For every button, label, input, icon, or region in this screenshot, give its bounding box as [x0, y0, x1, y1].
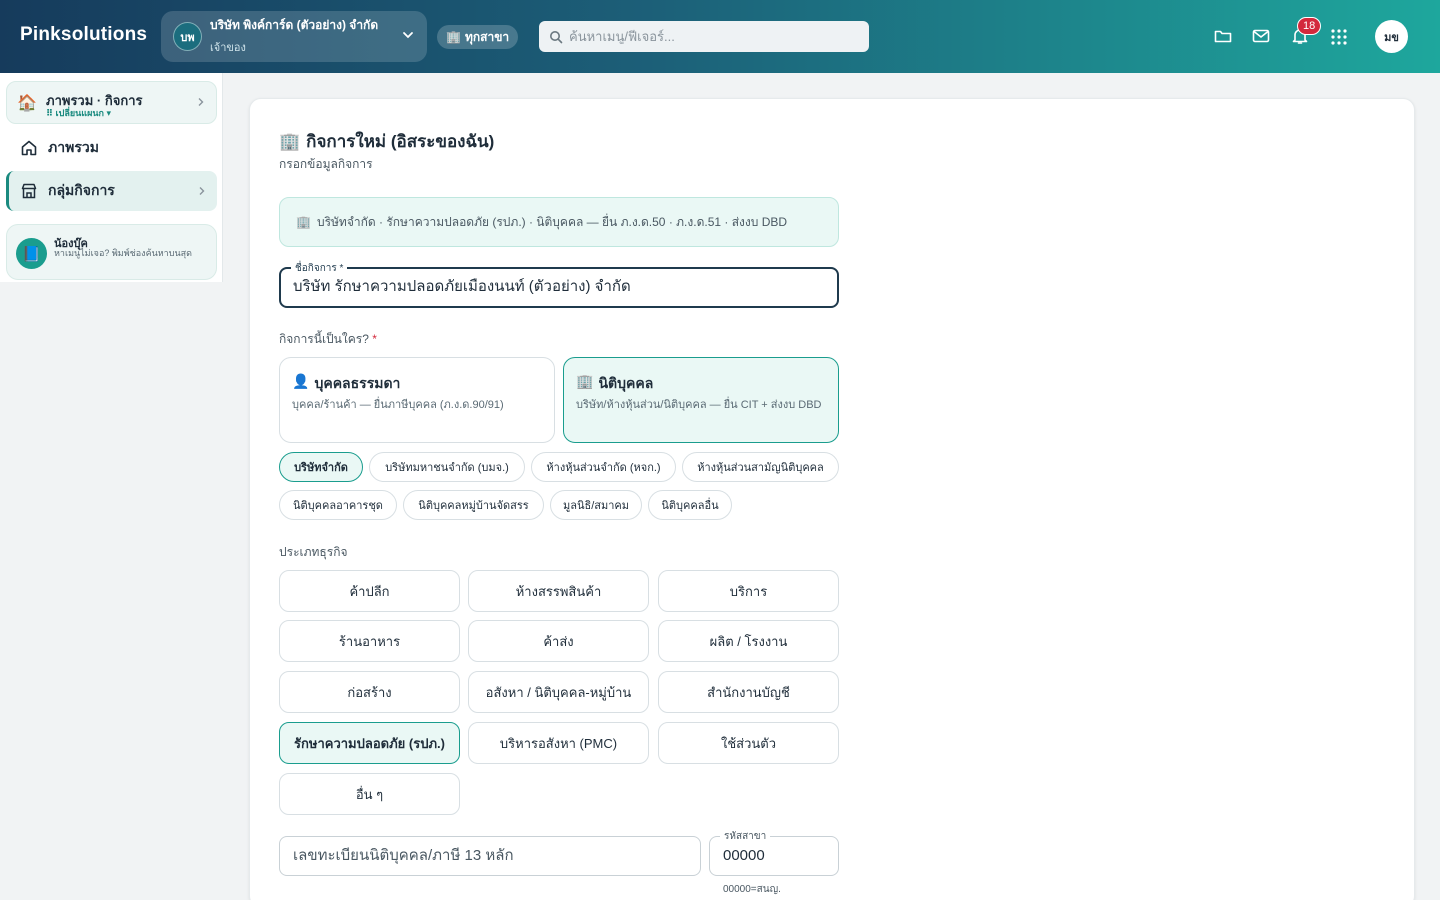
apps-grid-icon[interactable]: [1329, 27, 1349, 47]
tax-id-input[interactable]: [293, 847, 683, 864]
entity-chip[interactable]: มูลนิธิ/สมาคม: [550, 490, 642, 520]
branch-code-field[interactable]: รหัสสาขา: [709, 829, 839, 876]
required-mark: *: [372, 332, 377, 346]
business-type-button[interactable]: บริหารอสังหา (PMC): [468, 722, 649, 764]
assistant-card[interactable]: 📘 น้องบุ๊ค หาเมนูไม่เจอ? พิมพ์ช่องค้นหาบ…: [6, 224, 217, 280]
page-title: 🏢 กิจการใหม่ (อิสระของฉัน): [279, 128, 494, 155]
business-type-button[interactable]: ผลิต / โรงงาน: [658, 620, 839, 662]
business-name-input[interactable]: [293, 277, 823, 294]
company-name: บริษัท พิงค์การ์ด (ตัวอย่าง) จำกัด: [210, 18, 379, 32]
branch-label: ทุกสาขา: [464, 29, 510, 44]
sidebar-item-label: ภาพรวม: [48, 139, 99, 155]
info-banner: 🏢 บริษัทจำกัด · รักษาความปลอดภัย (รปภ.) …: [279, 197, 839, 247]
business-type-button[interactable]: บริการ: [658, 570, 839, 612]
business-name-field[interactable]: ชื่อกิจการ *: [279, 261, 839, 308]
tax-id-field[interactable]: [279, 836, 701, 876]
entity-chip[interactable]: นิติบุคคลอื่น: [648, 490, 732, 520]
entity-chip[interactable]: ห้างหุ้นส่วนสามัญนิติบุคคล: [682, 452, 839, 482]
building-icon: 🏢: [446, 30, 461, 44]
entity-chip[interactable]: บริษัทจำกัด: [279, 452, 363, 482]
business-type-button[interactable]: ก่อสร้าง: [279, 671, 460, 713]
entity-chip[interactable]: นิติบุคคลหมู่บ้านจัดสรร: [403, 490, 544, 520]
branch-selector[interactable]: 🏢 ทุกสาขา: [437, 25, 519, 49]
person-icon: 👤: [292, 373, 310, 389]
business-type-button[interactable]: รักษาความปลอดภัย (รปภ.): [279, 722, 460, 764]
company-switcher[interactable]: บพ บริษัท พิงค์การ์ด (ตัวอย่าง) จำกัด เจ…: [161, 11, 427, 62]
company-avatar: บพ: [173, 22, 202, 51]
info-banner-text: บริษัทจำกัด · รักษาความปลอดภัย (รปภ.) · …: [316, 214, 788, 229]
search-icon: [550, 30, 563, 43]
entity-chip[interactable]: ห้างหุ้นส่วนจำกัด (หจก.): [531, 452, 676, 482]
store-icon: [21, 183, 37, 199]
business-type-button[interactable]: ค้าส่ง: [468, 620, 649, 662]
type-card-title: นิติบุคคล: [598, 375, 654, 391]
sidebar: 🏠 ภาพรวม · กิจการ ⠿ เปลี่ยนแผนก ▾ ภาพรวม…: [0, 73, 223, 282]
business-type-button[interactable]: ใช้ส่วนตัว: [658, 722, 839, 764]
notification-badge: 18: [1297, 17, 1322, 35]
page-title-text: กิจการใหม่ (อิสระของฉัน): [306, 132, 495, 151]
sidebar-item-business-groups[interactable]: กลุ่มกิจการ: [6, 171, 217, 211]
book-icon: 📘: [16, 238, 47, 269]
business-type-button[interactable]: อสังหา / นิติบุคคล-หมู่บ้าน: [468, 671, 649, 713]
entity-question-label: กิจการนี้เป็นใคร? *: [279, 330, 377, 349]
page-subtitle: กรอกข้อมูลกิจการ: [279, 157, 373, 171]
home-icon: [21, 140, 37, 156]
business-type-label: ประเภทธุรกิจ: [279, 545, 348, 559]
folder-icon[interactable]: [1213, 26, 1233, 46]
top-bar: Pinksolutions บพ บริษัท พิงค์การ์ด (ตัวอ…: [0, 0, 1440, 73]
house-icon: 🏠: [17, 95, 37, 112]
search-bar[interactable]: [539, 21, 869, 52]
search-input[interactable]: [569, 29, 859, 44]
entity-chip[interactable]: นิติบุคคลอาคารชุด: [279, 490, 397, 520]
assistant-hint: หาเมนูไม่เจอ? พิมพ์ช่องค้นหาบนสุด: [54, 248, 192, 258]
chevron-down-icon: [403, 32, 413, 39]
building-icon: 🏢: [576, 373, 594, 389]
sidebar-item-overview[interactable]: ภาพรวม: [6, 128, 217, 168]
type-card-individual[interactable]: 👤 บุคคลธรรมดา บุคคล/ร้านค้า — ยื่นภาษีบุค…: [279, 357, 555, 443]
company-role: เจ้าของ: [210, 42, 246, 54]
sidebar-item-label: กลุ่มกิจการ: [48, 182, 115, 198]
mail-icon[interactable]: [1251, 26, 1271, 46]
business-type-button[interactable]: อื่น ๆ: [279, 773, 460, 815]
workspace-switch-label: ⠿ เปลี่ยนแผนก ▾: [46, 108, 111, 118]
building-icon: 🏢: [279, 131, 301, 151]
type-card-title: บุคคลธรรมดา: [314, 375, 401, 391]
branch-code-label: รหัสสาขา: [720, 829, 771, 844]
branch-code-hint: 00000=สนญ.: [723, 884, 781, 895]
chevron-right-icon: [198, 98, 204, 106]
building-icon: 🏢: [296, 215, 311, 229]
type-card-desc: บุคคล/ร้านค้า — ยื่นภาษีบุคคล (ภ.ง.ด.90/…: [292, 399, 504, 411]
type-card-desc: บริษัท/ห้างหุ้นส่วน/นิติบุคคล — ยื่น CIT…: [576, 399, 822, 411]
business-name-label: ชื่อกิจการ *: [291, 261, 348, 276]
workspace-switcher[interactable]: 🏠 ภาพรวม · กิจการ ⠿ เปลี่ยนแผนก ▾: [6, 81, 217, 124]
business-type-button[interactable]: ค้าปลีก: [279, 570, 460, 612]
entity-question-text: กิจการนี้เป็นใคร?: [279, 332, 369, 346]
brand-logo[interactable]: Pinksolutions: [20, 24, 147, 46]
type-card-juristic[interactable]: 🏢 นิติบุคคล บริษัท/ห้างหุ้นส่วน/นิติบุคคล…: [563, 357, 839, 443]
business-type-button[interactable]: ห้างสรรพสินค้า: [468, 570, 649, 612]
chevron-right-icon: [199, 187, 205, 195]
user-avatar[interactable]: มข: [1375, 20, 1408, 53]
business-type-button[interactable]: สำนักงานบัญชี: [658, 671, 839, 713]
branch-code-input[interactable]: [723, 847, 823, 864]
entity-chip[interactable]: บริษัทมหาชนจำกัด (บมจ.): [369, 452, 525, 482]
business-type-button[interactable]: ร้านอาหาร: [279, 620, 460, 662]
